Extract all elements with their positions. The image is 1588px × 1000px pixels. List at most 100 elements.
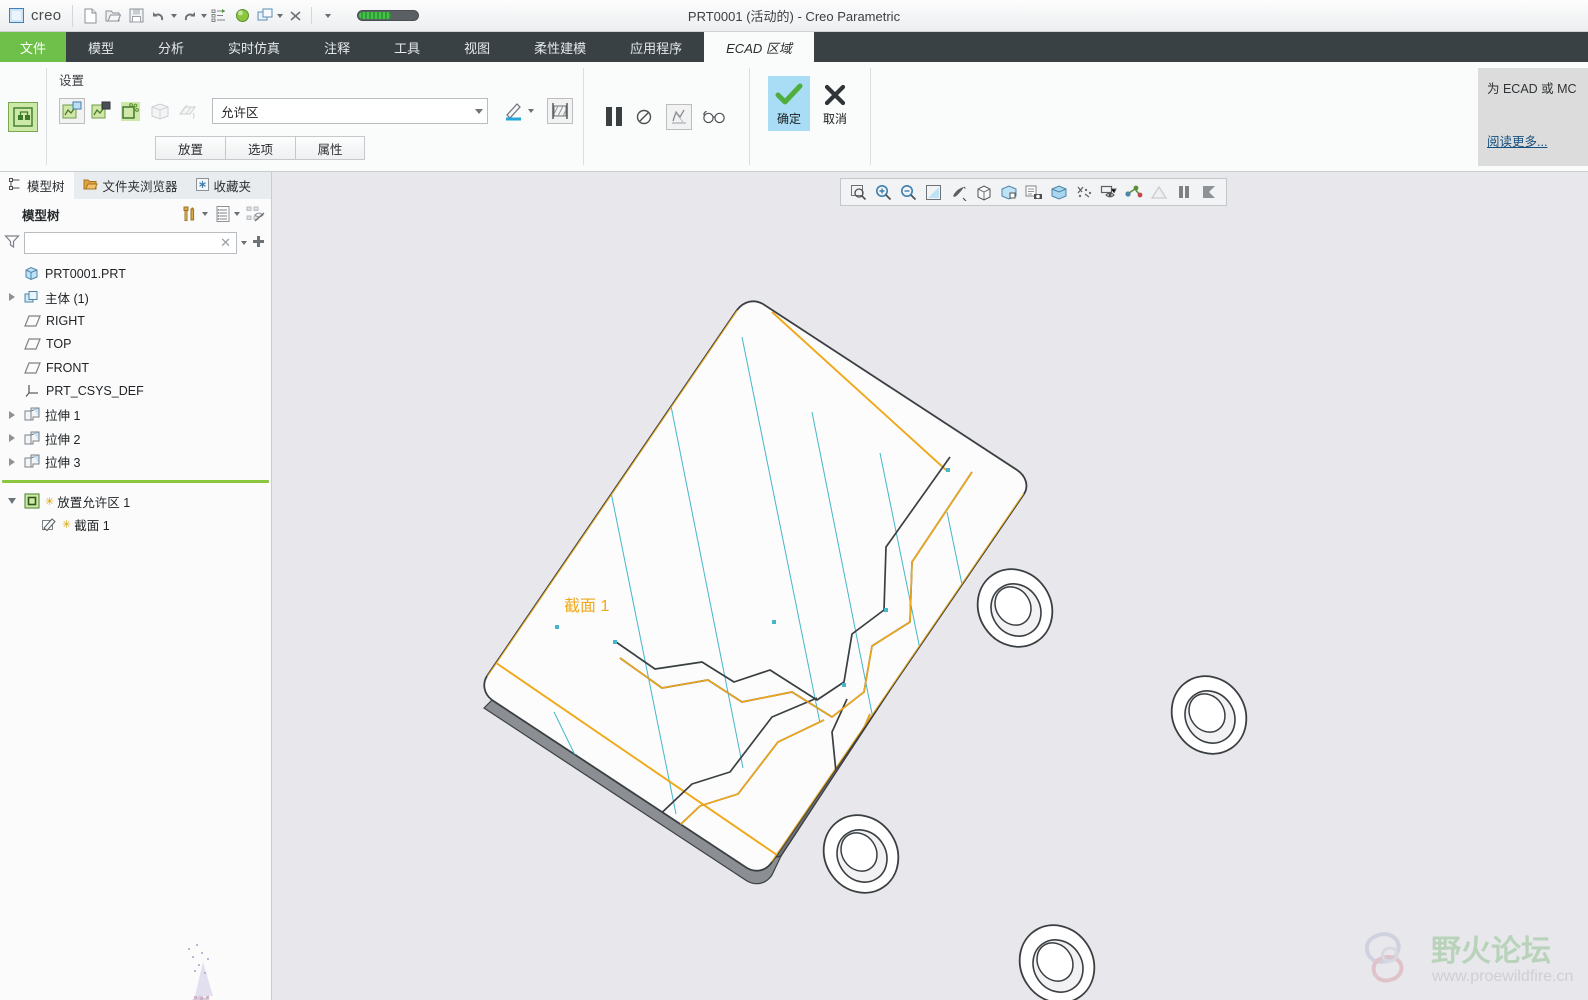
model-tree-panel: 模型树 文件夹浏览器 收藏夹 模型树 ✕ PRT0001.PRT 主体 (1) … xyxy=(0,172,272,1000)
expander-right-icon[interactable] xyxy=(9,410,15,419)
preview-geometry-icon[interactable] xyxy=(666,103,692,130)
keepout-area-command[interactable] xyxy=(0,62,46,171)
preview-glasses-icon[interactable] xyxy=(701,104,727,130)
copy-geometry-filled-icon[interactable] xyxy=(88,98,114,124)
tab-ecad-area[interactable]: ECAD 区域 xyxy=(704,32,814,62)
tree-item-extrude-3[interactable]: 拉伸 3 xyxy=(0,450,271,474)
folder-browser-icon xyxy=(83,178,98,194)
tree-settings-button[interactable] xyxy=(180,204,208,224)
undo-icon[interactable] xyxy=(148,5,170,26)
tree-display-toggle-button[interactable] xyxy=(246,205,265,223)
cancel-button[interactable]: 取消 xyxy=(814,76,856,131)
tree-item-extrude-1[interactable]: 拉伸 1 xyxy=(0,403,271,427)
pause-icon[interactable] xyxy=(606,107,622,126)
tree-item-keepout-area-1[interactable]: ✳ 放置允许区 1 xyxy=(0,490,271,514)
tree-columns-dropdown-icon[interactable] xyxy=(234,212,240,216)
copy-geometry-area-icon[interactable] xyxy=(59,98,85,124)
quick-access-toolbar[interactable] xyxy=(72,4,339,27)
window-switch-icon[interactable] xyxy=(254,5,276,26)
regenerate-icon[interactable] xyxy=(208,5,230,26)
favorites-icon xyxy=(195,177,209,194)
open-file-icon[interactable] xyxy=(102,5,124,26)
tree-item-front-plane[interactable]: FRONT xyxy=(0,356,271,380)
ecad-read-more-link[interactable]: 阅读更多... xyxy=(1487,131,1579,150)
tree-item-bodies[interactable]: 主体 (1) xyxy=(0,286,271,310)
tab-file[interactable]: 文件 xyxy=(0,32,67,62)
creo-wordmark: creo xyxy=(31,7,62,24)
new-file-icon[interactable] xyxy=(79,5,101,26)
tab-annotate[interactable]: 注释 xyxy=(302,32,372,62)
ribbon-subtabs[interactable]: 放置 选项 属性 xyxy=(155,136,573,160)
expander-right-icon[interactable] xyxy=(9,293,15,302)
tab-favorites[interactable]: 收藏夹 xyxy=(187,172,261,199)
area-appearance-button[interactable] xyxy=(503,100,534,122)
tree-columns-button[interactable] xyxy=(214,205,240,223)
ok-button[interactable]: 确定 xyxy=(768,76,810,131)
chevron-down-icon[interactable] xyxy=(475,108,483,114)
save-icon[interactable] xyxy=(125,5,147,26)
expander-right-icon[interactable] xyxy=(9,434,15,443)
navigator-tabs[interactable]: 模型树 文件夹浏览器 收藏夹 xyxy=(0,172,271,199)
tab-folder-browser[interactable]: 文件夹浏览器 xyxy=(74,172,187,199)
tree-item-top-plane[interactable]: TOP xyxy=(0,333,271,357)
no-preview-icon[interactable] xyxy=(631,104,657,130)
tree-item-right-plane[interactable]: RIGHT xyxy=(0,309,271,333)
window-dropdown-icon[interactable] xyxy=(277,13,283,18)
insert-here-bar xyxy=(2,479,269,483)
cancel-button-label: 取消 xyxy=(822,112,847,126)
counterbore-hole-bottom xyxy=(1018,924,1096,1000)
counterbore-hole-left xyxy=(822,814,900,894)
appearance-dropdown-icon[interactable] xyxy=(528,109,534,113)
setup-group: 设置 允许区 放置 选项 属性 xyxy=(47,62,583,171)
area-sheet-icon[interactable] xyxy=(175,98,201,124)
add-filter-icon[interactable] xyxy=(251,234,266,252)
model-tree-search-input[interactable]: ✕ xyxy=(24,232,237,254)
redo-icon[interactable] xyxy=(178,5,200,26)
model-tree-filter-row: ✕ xyxy=(0,229,271,257)
counterbore-hole-top xyxy=(976,568,1054,648)
tree-item-label: RIGHT xyxy=(46,313,85,328)
model-tree-list[interactable]: PRT0001.PRT 主体 (1) RIGHT TOP FRONT PRT_C… xyxy=(0,257,271,537)
tree-item-csys[interactable]: PRT_CSYS_DEF xyxy=(0,380,271,404)
creo-cube-icon xyxy=(9,8,24,23)
expander-down-icon[interactable] xyxy=(8,498,16,505)
area-type-combobox[interactable]: 允许区 xyxy=(212,98,488,124)
area-hatch-icon[interactable] xyxy=(547,98,573,124)
tree-item-section-1[interactable]: ✳ 截面 1 xyxy=(0,513,271,537)
subtab-properties[interactable]: 属性 xyxy=(295,136,365,160)
graphics-viewport[interactable]: 截面 1 野火论坛 www.proewildfire.cn xyxy=(272,172,1588,1000)
tab-model-tree[interactable]: 模型树 xyxy=(0,172,74,199)
datum-plane-icon xyxy=(24,362,41,374)
datum-plane-icon xyxy=(24,315,41,327)
subtab-placement[interactable]: 放置 xyxy=(155,136,225,160)
cad-model-3d[interactable] xyxy=(272,172,1588,1000)
subtab-options[interactable]: 选项 xyxy=(225,136,295,160)
redo-dropdown-icon[interactable] xyxy=(201,13,207,18)
tab-model[interactable]: 模型 xyxy=(66,32,136,62)
tab-flexible-modeling[interactable]: 柔性建模 xyxy=(512,32,608,62)
tree-item-label: FRONT xyxy=(46,360,90,375)
ribbon-tabstrip[interactable]: 文件 模型 分析 实时仿真 注释 工具 视图 柔性建模 应用程序 ECAD 区域 xyxy=(0,32,1588,62)
tab-tools[interactable]: 工具 xyxy=(372,32,442,62)
expander-right-icon[interactable] xyxy=(9,457,15,466)
tree-item-part[interactable]: PRT0001.PRT xyxy=(0,262,271,286)
search-dropdown-icon[interactable] xyxy=(241,241,247,245)
qat-customize-icon[interactable] xyxy=(317,5,339,26)
tab-applications[interactable]: 应用程序 xyxy=(608,32,704,62)
activate-window-icon[interactable] xyxy=(231,5,253,26)
erase-icon[interactable] xyxy=(284,5,306,26)
undo-dropdown-icon[interactable] xyxy=(171,13,177,18)
tab-view[interactable]: 视图 xyxy=(442,32,512,62)
render-artifact xyxy=(188,944,213,1000)
tree-item-extrude-2[interactable]: 拉伸 2 xyxy=(0,427,271,451)
filter-icon[interactable] xyxy=(4,234,20,252)
setup-group-label: 设置 xyxy=(59,74,85,88)
tree-item-label: 拉伸 1 xyxy=(45,409,81,424)
tree-settings-dropdown-icon[interactable] xyxy=(202,212,208,216)
new-area-icon[interactable] xyxy=(117,98,143,124)
area-from-feature-icon[interactable] xyxy=(146,98,172,124)
tab-analysis[interactable]: 分析 xyxy=(136,32,206,62)
tab-live-simulation[interactable]: 实时仿真 xyxy=(206,32,302,62)
ribbon-panel: 设置 允许区 放置 选项 属性 确定 取消 为 ECAD 或 MC 阅读更多..… xyxy=(0,62,1588,172)
clear-search-icon[interactable]: ✕ xyxy=(220,235,231,251)
